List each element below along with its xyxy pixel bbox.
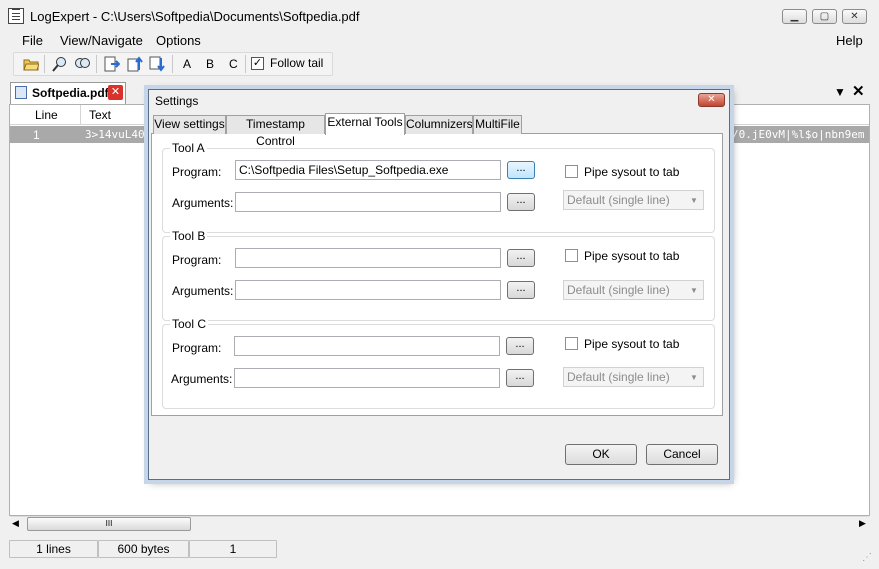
- column-header-line[interactable]: Line: [35, 108, 58, 122]
- file-tab-label[interactable]: Softpedia.pdf: [32, 86, 109, 100]
- tab-external-tools[interactable]: External Tools: [325, 113, 405, 135]
- tab-columnizers[interactable]: Columnizers: [405, 115, 473, 134]
- menu-help[interactable]: Help: [836, 33, 863, 48]
- scroll-left-icon[interactable]: ◀: [12, 518, 19, 529]
- toolbar-separator: [245, 55, 246, 73]
- dialog-close-button[interactable]: ✕: [698, 93, 725, 107]
- column-header-text[interactable]: Text: [89, 108, 111, 122]
- tool-a-program-browse-button[interactable]: ...: [507, 161, 535, 179]
- bookmark-down-icon[interactable]: [149, 56, 165, 72]
- tool-c-arguments-input[interactable]: [234, 368, 500, 388]
- minimize-button[interactable]: ▁: [782, 9, 807, 24]
- open-folder-icon[interactable]: [23, 56, 39, 72]
- follow-tail-label[interactable]: Follow tail: [270, 56, 323, 70]
- resize-grip-icon[interactable]: ⋰: [862, 552, 872, 563]
- tool-b-arguments-label: Arguments:: [172, 284, 234, 298]
- tool-b-button[interactable]: B: [206, 57, 214, 71]
- tool-b-sysout-combo[interactable]: Default (single line): [563, 280, 704, 300]
- menu-view-navigate[interactable]: View/Navigate: [60, 33, 143, 48]
- tool-a-arguments-browse-button[interactable]: ...: [507, 193, 535, 211]
- tool-b-program-input[interactable]: [235, 248, 501, 268]
- filter-search-icon[interactable]: [74, 56, 90, 72]
- tool-c-pipe-checkbox[interactable]: [565, 337, 578, 350]
- tool-b-program-browse-button[interactable]: ...: [507, 249, 535, 267]
- tool-c-title: Tool C: [170, 317, 209, 331]
- tab-timestamp-control[interactable]: Timestamp Control: [226, 115, 325, 148]
- close-all-icon[interactable]: ✕: [852, 82, 865, 100]
- tool-c-pipe-label[interactable]: Pipe sysout to tab: [584, 337, 679, 351]
- tool-c-arguments-label: Arguments:: [171, 372, 233, 386]
- cancel-button[interactable]: Cancel: [646, 444, 718, 465]
- tool-b-arguments-browse-button[interactable]: ...: [507, 281, 535, 299]
- tool-a-program-input[interactable]: C:\Softpedia Files\Setup_Softpedia.exe: [235, 160, 501, 180]
- tool-a-pipe-checkbox[interactable]: [565, 165, 578, 178]
- toolbar-separator: [172, 55, 173, 73]
- tool-c-sysout-combo[interactable]: Default (single line): [563, 367, 704, 387]
- tab-view-settings[interactable]: View settings: [153, 115, 226, 134]
- chevron-down-icon[interactable]: ▼: [690, 373, 698, 382]
- menu-file[interactable]: File: [22, 33, 43, 48]
- follow-tail-checkbox[interactable]: ✓: [251, 57, 264, 70]
- chevron-down-icon[interactable]: ▼: [690, 286, 698, 295]
- tool-a-arguments-label: Arguments:: [172, 196, 234, 210]
- status-line-count: 1 lines: [9, 540, 98, 558]
- tool-b-arguments-input[interactable]: [235, 280, 501, 300]
- tab-dropdown-icon[interactable]: ▼: [834, 85, 846, 99]
- bookmark-up-icon[interactable]: [127, 56, 143, 72]
- row-text: 3>14vuL40: [85, 128, 145, 141]
- close-button[interactable]: ✕: [842, 9, 867, 24]
- app-icon: [8, 8, 24, 24]
- ok-button[interactable]: OK: [565, 444, 637, 465]
- scrollbar-thumb[interactable]: III: [27, 517, 191, 531]
- tool-c-program-browse-button[interactable]: ...: [506, 337, 534, 355]
- tab-close-icon[interactable]: ✕: [108, 85, 123, 100]
- go-to-line-icon[interactable]: [104, 56, 120, 72]
- tool-a-sysout-combo[interactable]: Default (single line): [563, 190, 704, 210]
- row-line-number: 1: [33, 128, 40, 142]
- tool-b-pipe-label[interactable]: Pipe sysout to tab: [584, 249, 679, 263]
- window-title: LogExpert - C:\Users\Softpedia\Documents…: [30, 9, 360, 24]
- toolbar-separator: [96, 55, 97, 73]
- tool-c-program-input[interactable]: [234, 336, 500, 356]
- menu-options[interactable]: Options: [156, 33, 201, 48]
- tool-a-title: Tool A: [170, 141, 207, 155]
- tool-a-pipe-label[interactable]: Pipe sysout to tab: [584, 165, 679, 179]
- tool-a-button[interactable]: A: [183, 57, 191, 71]
- row-text-visible-tail: /0.jE0vM|%l$o|nbn9em: [732, 128, 865, 141]
- status-position: 1: [189, 540, 277, 558]
- dialog-title: Settings: [155, 94, 199, 108]
- chevron-down-icon[interactable]: ▼: [690, 196, 698, 205]
- tool-c-button[interactable]: C: [229, 57, 238, 71]
- status-byte-count: 600 bytes: [98, 540, 189, 558]
- tool-a-program-label: Program:: [172, 165, 222, 179]
- toolbar-separator: [44, 55, 45, 73]
- tool-b-title: Tool B: [170, 229, 208, 243]
- tool-b-program-label: Program:: [172, 253, 222, 267]
- document-icon: [15, 86, 27, 99]
- tool-a-arguments-input[interactable]: [235, 192, 501, 212]
- tool-c-program-label: Program:: [172, 341, 222, 355]
- tab-multifile[interactable]: MultiFile: [473, 115, 522, 134]
- maximize-button[interactable]: ▢: [812, 9, 837, 24]
- tool-c-arguments-browse-button[interactable]: ...: [506, 369, 534, 387]
- column-divider[interactable]: [80, 105, 81, 125]
- scroll-right-icon[interactable]: ▶: [859, 518, 866, 529]
- tool-b-pipe-checkbox[interactable]: [565, 249, 578, 262]
- search-icon[interactable]: [52, 56, 68, 72]
